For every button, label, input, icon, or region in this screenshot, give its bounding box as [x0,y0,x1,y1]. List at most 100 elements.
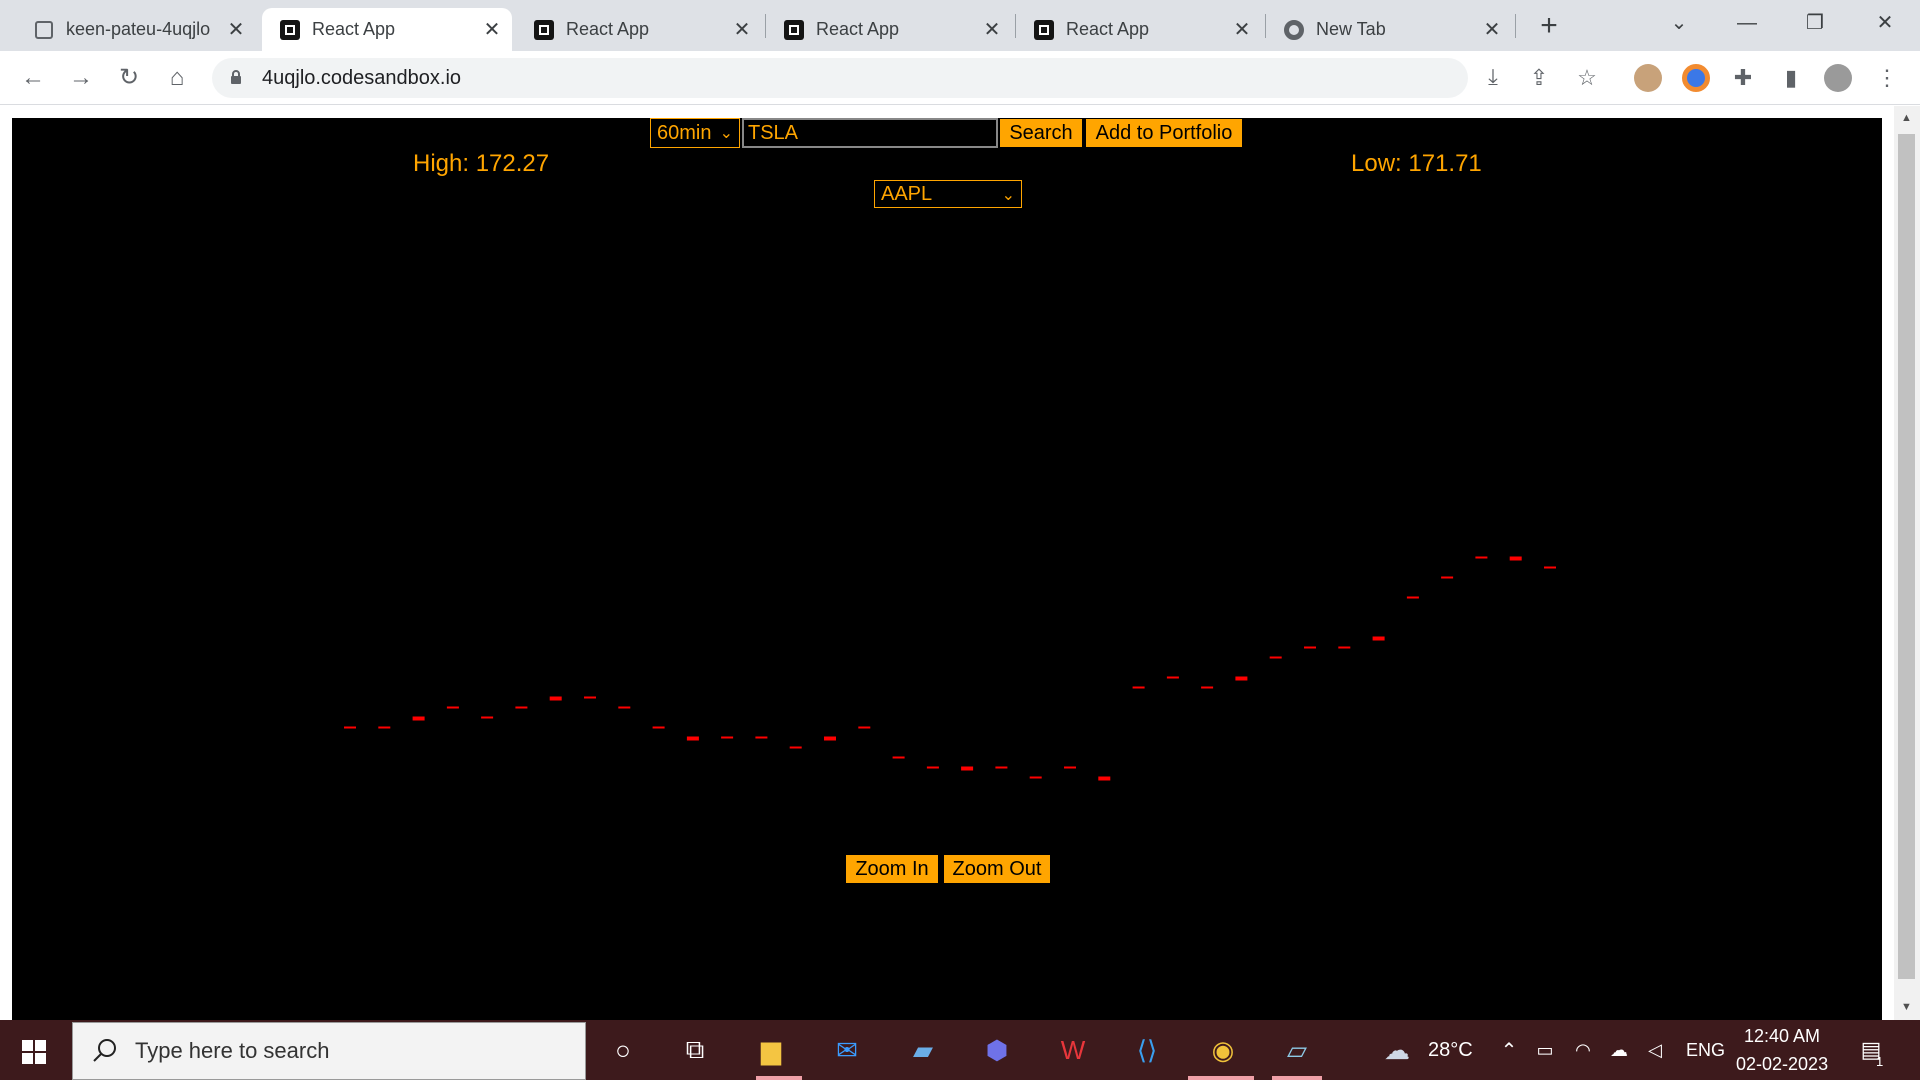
url-text: 4uqjlo.codesandbox.io [262,67,462,89]
file-explorer-icon[interactable]: ▆ [752,1032,790,1068]
search-icon [93,1039,116,1062]
candle-mark [1064,766,1076,769]
app-hexagon-icon[interactable]: ⬢ [978,1032,1016,1068]
chrome-icon [1284,19,1304,40]
candle-mark [1132,686,1145,689]
chrome-taskbar-icon[interactable]: ◉ [1204,1032,1242,1068]
candle-mark [824,736,836,741]
interval-select[interactable]: 60min ⌄ [650,118,740,148]
windows-taskbar: Type here to search ○ ⧉ ▆ ✉ ▰ ⬢ W ⟨⟩ ◉ ▱… [0,1020,1920,1080]
notepad-icon[interactable]: ▱ [1278,1032,1316,1068]
browser-tab[interactable]: React App ✕ [516,8,762,51]
scroll-down-arrow[interactable]: ▼ [1898,999,1915,1015]
candle-mark [1098,776,1111,781]
share-icon[interactable]: ⇪ [1524,63,1554,93]
tab-title: keen-pateu-4uqjlo [66,19,211,39]
reload-icon[interactable]: ↻ [114,63,144,93]
candle-mark [515,706,528,709]
extension-icon[interactable] [1634,64,1662,92]
candle-mark [446,706,459,709]
tray-chevron-up-icon[interactable]: ⌃ [1490,1032,1528,1068]
bookmark-star-icon[interactable]: ☆ [1572,63,1602,93]
tab-close-icon[interactable]: ✕ [728,17,756,42]
candle-mark [549,696,562,701]
onedrive-icon[interactable]: ☁ [1600,1032,1638,1068]
add-to-portfolio-button[interactable]: Add to Portfolio [1086,119,1242,147]
windows-start-icon[interactable] [22,1040,46,1064]
tab-search-icon[interactable]: ⌄ [1656,8,1702,38]
codesandbox-icon [534,19,554,40]
symbol-search-input[interactable]: TSLA [742,118,998,148]
forward-icon[interactable]: → [66,63,96,93]
back-icon[interactable]: ← [18,63,48,93]
side-panel-icon[interactable]: ▮ [1776,63,1806,93]
browser-tab-active[interactable]: React App ✕ [262,8,512,51]
taskbar-search-placeholder: Type here to search [135,1038,330,1063]
close-window-icon[interactable]: ✕ [1862,8,1908,38]
stock-app: 60min ⌄ TSLA Search Add to Portfolio Hig… [12,118,1882,1020]
task-view-icon[interactable]: ⧉ [676,1032,714,1068]
tab-title: React App [816,19,900,39]
extensions-puzzle-icon[interactable]: ✚ [1728,63,1758,93]
clock-time[interactable]: 12:40 AM [1744,1026,1820,1047]
language-indicator[interactable]: ENG [1686,1040,1725,1061]
battery-icon[interactable]: ▭ [1526,1032,1564,1068]
weather-cloud-icon[interactable]: ☁ [1378,1032,1416,1068]
candle-mark [1029,776,1042,779]
tab-close-icon[interactable]: ✕ [478,17,506,42]
codesandbox-icon [784,19,804,40]
chevron-down-icon: ⌄ [1001,187,1015,204]
vscode-icon[interactable]: ⟨⟩ [1128,1032,1166,1068]
tab-close-icon[interactable]: ✕ [1228,17,1256,42]
cortana-icon[interactable]: ○ [604,1032,642,1068]
portfolio-select[interactable]: AAPL ⌄ [874,180,1022,208]
new-tab-button[interactable]: + [1532,10,1566,44]
zoom-in-button[interactable]: Zoom In [846,855,938,883]
wifi-icon[interactable]: ◠ [1564,1032,1602,1068]
home-icon[interactable]: ⌂ [162,63,192,93]
notifications-icon[interactable]: ▤ [1852,1032,1890,1068]
low-price-label: Low: 171.71 [1351,150,1482,177]
candle-mark [721,736,734,739]
candle-mark [1201,686,1214,689]
clock-date[interactable]: 02-02-2023 [1736,1054,1828,1075]
tab-close-icon[interactable]: ✕ [222,17,250,42]
interval-select-value: 60min [657,121,712,144]
candle-mark [1406,596,1419,599]
restore-icon[interactable]: ❐ [1792,8,1838,38]
menu-kebab-icon[interactable]: ⋮ [1872,63,1902,93]
weather-temperature: 28°C [1428,1039,1473,1061]
scrollbar-thumb[interactable] [1898,134,1915,979]
extension-icon[interactable] [1682,64,1710,92]
candle-mark [618,706,631,709]
scroll-up-arrow[interactable]: ▲ [1898,110,1915,126]
minimize-icon[interactable]: — [1724,8,1770,38]
candle-mark [412,716,425,721]
volume-icon[interactable]: ◁ [1636,1032,1674,1068]
candle-mark [1475,556,1488,559]
tab-close-icon[interactable]: ✕ [978,17,1006,42]
chevron-down-icon: ⌄ [719,125,733,142]
zoom-out-button[interactable]: Zoom Out [944,855,1050,883]
browser-tab[interactable]: React App ✕ [766,8,1012,51]
tab-close-icon[interactable]: ✕ [1478,17,1506,42]
codesandbox-outline-icon [34,20,54,40]
candle-mark [378,726,391,729]
browser-tab[interactable]: keen-pateu-4uqjlo ✕ [16,8,256,51]
mail-icon[interactable]: ✉ [828,1032,866,1068]
wps-office-icon[interactable]: W [1054,1032,1092,1068]
notification-count: 1 [1876,1054,1884,1069]
browser-tab[interactable]: React App ✕ [1016,8,1262,51]
running-indicator [1272,1076,1322,1080]
candle-mark [344,726,356,729]
avatar[interactable] [1824,64,1852,92]
address-bar[interactable]: 4uqjlo.codesandbox.io ⤓ [212,58,1498,98]
search-button[interactable]: Search [1000,119,1082,147]
browser-toolbar: ← → ↻ ⌂ 4uqjlo.codesandbox.io ⤓ ⇪ ☆ ✚ ▮ … [0,51,1920,105]
candle-mark [789,746,802,749]
remote-desktop-icon[interactable]: ▰ [904,1032,942,1068]
taskbar-search-box[interactable]: Type here to search [72,1022,586,1080]
install-app-icon[interactable]: ⤓ [1478,62,1508,92]
candle-mark [858,726,871,729]
browser-tab[interactable]: New Tab ✕ [1266,8,1512,51]
